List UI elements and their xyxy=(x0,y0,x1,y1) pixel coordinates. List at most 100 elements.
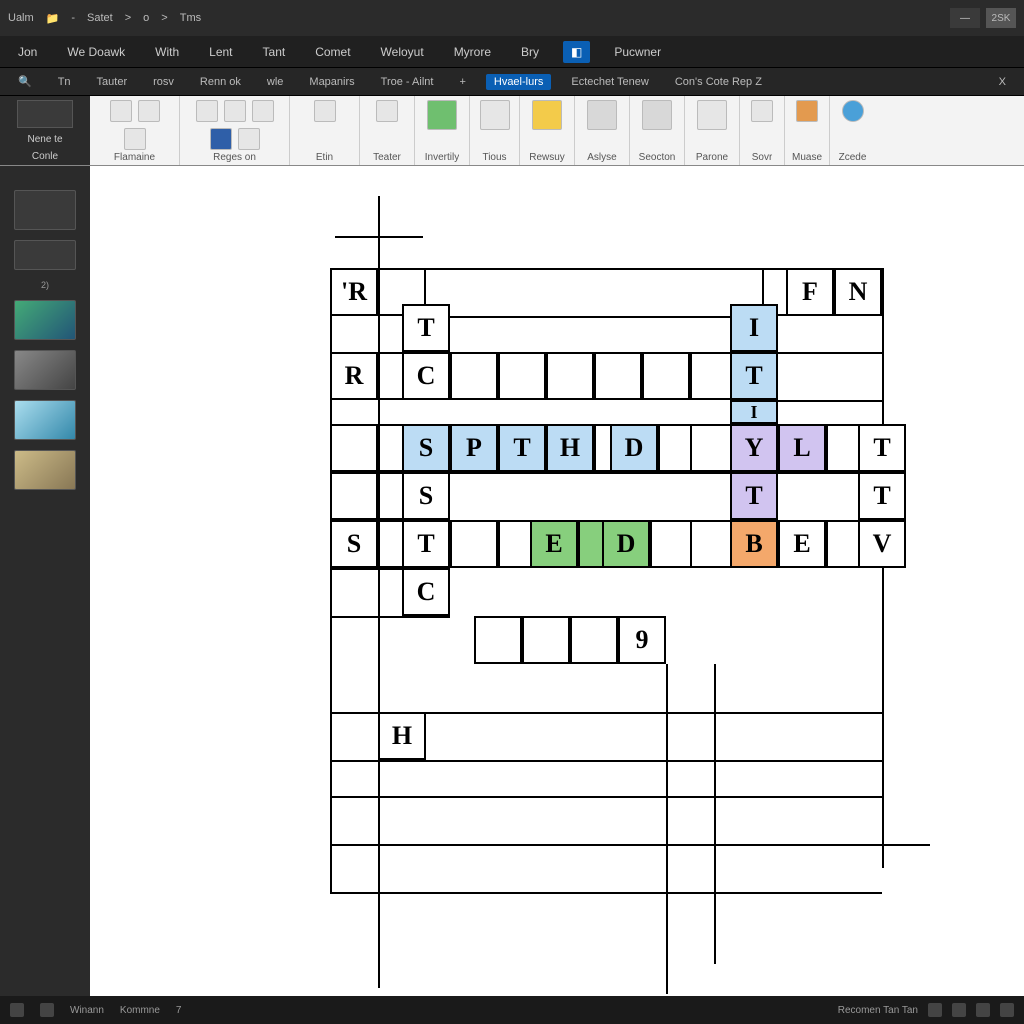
submenu-item[interactable]: Troe - Ailnt xyxy=(375,74,440,90)
cell[interactable] xyxy=(594,352,642,400)
cell[interactable] xyxy=(450,520,498,568)
cell[interactable]: B xyxy=(730,520,778,568)
menu-item[interactable]: Myrore xyxy=(448,41,497,63)
close-button[interactable]: X xyxy=(993,76,1012,88)
status-icon[interactable] xyxy=(10,1003,24,1017)
cell[interactable]: D xyxy=(610,424,658,472)
cell[interactable]: V xyxy=(858,520,906,568)
cell[interactable]: T xyxy=(730,352,778,400)
submenu-item[interactable]: Con's Cote Rep Z xyxy=(669,74,768,90)
cell[interactable] xyxy=(330,424,378,472)
cell[interactable]: I xyxy=(730,304,778,352)
submenu-item[interactable]: wle xyxy=(261,74,290,90)
folder-icon[interactable] xyxy=(532,100,562,130)
cell[interactable]: N xyxy=(834,268,882,316)
cell[interactable]: S xyxy=(402,472,450,520)
submenu-item[interactable]: rosv xyxy=(147,74,180,90)
menu-item[interactable]: Comet xyxy=(309,41,356,63)
tool-icon[interactable] xyxy=(252,100,274,122)
side-thumb[interactable] xyxy=(14,400,76,440)
submenu-item[interactable]: Renn ok xyxy=(194,74,247,90)
cell[interactable]: C xyxy=(402,568,450,616)
menu-item[interactable]: Tant xyxy=(257,41,292,63)
ribbon-thumb[interactable] xyxy=(17,100,73,128)
submenu-item[interactable]: 🔍 xyxy=(12,73,38,90)
cell[interactable]: C xyxy=(402,352,450,400)
cell[interactable]: H xyxy=(546,424,594,472)
cell[interactable]: T xyxy=(858,472,906,520)
menu-item[interactable]: With xyxy=(149,41,185,63)
submenu-item[interactable]: Ectechet Tenew xyxy=(565,74,654,90)
cell[interactable] xyxy=(546,352,594,400)
analyse-icon[interactable] xyxy=(587,100,617,130)
tool-icon[interactable] xyxy=(196,100,218,122)
submenu-item[interactable]: + xyxy=(453,74,471,90)
cell[interactable]: I xyxy=(730,400,778,424)
cell[interactable]: S xyxy=(330,520,378,568)
submenu-item[interactable]: Mapanirs xyxy=(303,74,360,90)
submenu-item[interactable]: Tn xyxy=(52,74,77,90)
tool-icon[interactable] xyxy=(224,100,246,122)
number-icon[interactable] xyxy=(376,100,398,122)
menu-item[interactable]: Jon xyxy=(12,41,43,63)
menu-item[interactable]: Lent xyxy=(203,41,238,63)
font-icon[interactable] xyxy=(314,100,336,122)
side-slot[interactable] xyxy=(14,240,76,270)
cell[interactable]: 9 xyxy=(618,616,666,664)
status-icon[interactable] xyxy=(40,1003,54,1017)
cell[interactable]: E xyxy=(778,520,826,568)
cell[interactable]: T xyxy=(402,304,450,352)
table-icon[interactable] xyxy=(480,100,510,130)
minimize-button[interactable]: — xyxy=(950,8,980,28)
view-icon[interactable] xyxy=(1000,1003,1014,1017)
menu-item[interactable]: Weloyut xyxy=(375,41,430,63)
cell[interactable]: 'R xyxy=(330,268,378,316)
cell[interactable]: T xyxy=(498,424,546,472)
menu-item[interactable]: We Doawk xyxy=(61,41,131,63)
menu-item[interactable]: Pucwner xyxy=(608,41,667,63)
cell[interactable] xyxy=(450,352,498,400)
cell[interactable] xyxy=(498,352,546,400)
side-slot[interactable] xyxy=(14,190,76,230)
cell[interactable] xyxy=(522,616,570,664)
globe-icon[interactable] xyxy=(842,100,864,122)
crosshair-icon[interactable] xyxy=(751,100,773,122)
cell[interactable]: T xyxy=(730,472,778,520)
title-item[interactable]: Satet xyxy=(87,12,113,24)
mouse-icon[interactable] xyxy=(796,100,818,122)
side-thumb[interactable] xyxy=(14,350,76,390)
view-icon[interactable] xyxy=(952,1003,966,1017)
title-item[interactable]: Ualm xyxy=(8,12,34,24)
title-item[interactable]: Tms xyxy=(180,12,201,24)
cell[interactable]: D xyxy=(602,520,650,568)
align-icon[interactable] xyxy=(138,100,160,122)
cell[interactable]: P xyxy=(450,424,498,472)
align-icon[interactable] xyxy=(110,100,132,122)
cell[interactable] xyxy=(642,352,690,400)
tool-icon[interactable] xyxy=(238,128,260,150)
cell[interactable]: F xyxy=(786,268,834,316)
tool-icon[interactable] xyxy=(210,128,232,150)
cell[interactable]: S xyxy=(402,424,450,472)
section-icon[interactable] xyxy=(642,100,672,130)
cell[interactable]: R xyxy=(330,352,378,400)
cell[interactable]: E xyxy=(530,520,578,568)
cell[interactable]: Y xyxy=(730,424,778,472)
cell[interactable]: L xyxy=(778,424,826,472)
menu-item[interactable]: Bry xyxy=(515,41,545,63)
gear-icon[interactable] xyxy=(697,100,727,130)
canvas[interactable]: 'R F N T I R C T xyxy=(90,166,1024,996)
menu-item-active[interactable]: ◧ xyxy=(563,41,590,63)
view-icon[interactable] xyxy=(928,1003,942,1017)
align-icon[interactable] xyxy=(124,128,146,150)
folder-icon[interactable]: 📁 xyxy=(46,12,60,25)
cell[interactable] xyxy=(570,616,618,664)
view-icon[interactable] xyxy=(976,1003,990,1017)
cell[interactable]: T xyxy=(858,424,906,472)
side-thumb[interactable] xyxy=(14,450,76,490)
cell[interactable]: T xyxy=(402,520,450,568)
side-thumb[interactable] xyxy=(14,300,76,340)
submenu-item-highlight[interactable]: Hvael-lurs xyxy=(486,74,552,90)
submenu-item[interactable]: Tauter xyxy=(91,74,134,90)
cell[interactable]: H xyxy=(378,712,426,760)
